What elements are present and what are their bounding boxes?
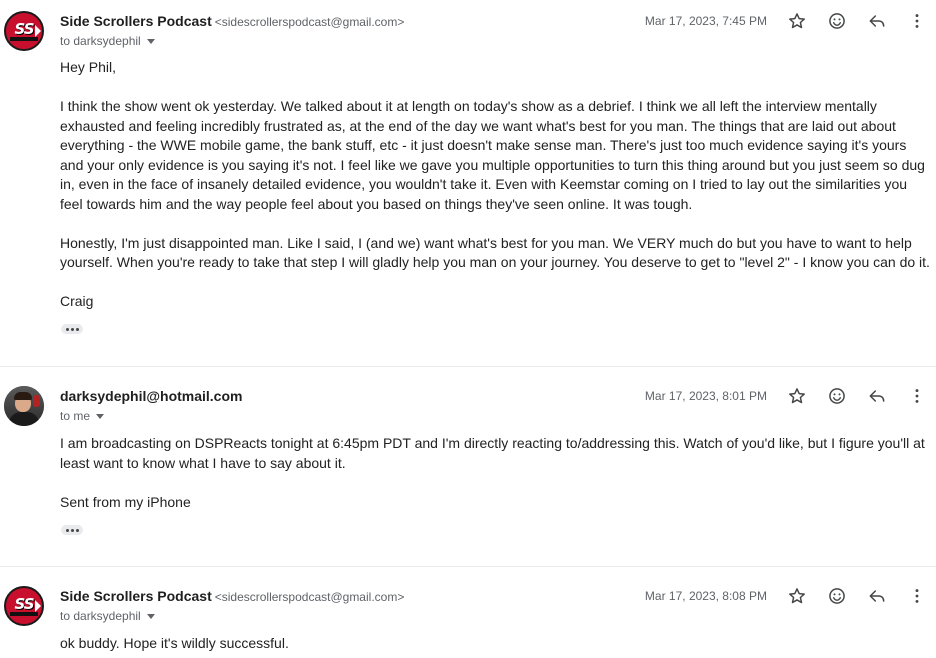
email-message: SS Side Scrollers Podcast <sidescrollersp… [0, 0, 936, 366]
recipient-line[interactable]: to darksydephil [60, 34, 155, 48]
reply-icon[interactable] [865, 584, 889, 608]
recipient-text: to darksydephil [60, 34, 141, 48]
more-vert-icon[interactable] [905, 9, 929, 33]
paragraph: Honestly, I'm just disappointed man. Lik… [60, 234, 930, 271]
chevron-down-icon[interactable] [146, 39, 155, 45]
signature: Craig [60, 293, 94, 309]
paragraph: I am broadcasting on DSPReacts tonight a… [60, 435, 925, 471]
sender-avatar[interactable]: SS [4, 11, 44, 51]
more-vert-icon[interactable] [905, 384, 929, 408]
star-icon[interactable] [785, 384, 809, 408]
emoji-icon[interactable] [825, 584, 849, 608]
more-vert-icon[interactable] [905, 584, 929, 608]
sender-avatar[interactable]: SS [4, 586, 44, 626]
message-date: Mar 17, 2023, 7:45 PM [644, 14, 767, 28]
sender-name[interactable]: Side Scrollers Podcast <sidescrollerspodc… [60, 13, 404, 29]
greeting: Hey Phil, [60, 59, 117, 75]
reply-icon[interactable] [865, 384, 889, 408]
sender-email: <sidescrollerspodcast@gmail.com> [214, 15, 405, 29]
sender-name[interactable]: Side Scrollers Podcast <sidescrollerspodc… [60, 588, 404, 604]
sender-name-text: Side Scrollers Podcast [60, 13, 212, 29]
message-date: Mar 17, 2023, 8:08 PM [644, 589, 767, 603]
star-icon[interactable] [785, 9, 809, 33]
signature: Sent from my iPhone [60, 493, 191, 510]
star-icon[interactable] [785, 584, 809, 608]
message-date: Mar 17, 2023, 8:01 PM [644, 389, 767, 403]
paragraph: ok buddy. Hope it's wildly successful. [60, 635, 289, 651]
message-body: I am broadcasting on DSPReacts tonight a… [60, 434, 930, 512]
recipient-text: to me [60, 409, 91, 423]
message-body: Hey Phil, I think the show went ok yeste… [60, 58, 930, 312]
chevron-down-icon[interactable] [146, 614, 155, 620]
recipient-line[interactable]: to me [60, 409, 105, 423]
sender-email: <sidescrollerspodcast@gmail.com> [214, 590, 405, 604]
paragraph: I think the show went ok yesterday. We t… [60, 98, 925, 212]
recipient-line[interactable]: to darksydephil [60, 609, 155, 623]
show-trimmed-content-button[interactable] [61, 324, 83, 334]
sender-name-text: Side Scrollers Podcast [60, 588, 212, 604]
sender-name[interactable]: darksydephil@hotmail.com [60, 388, 242, 404]
recipient-text: to darksydephil [60, 609, 141, 623]
email-message: darksydephil@hotmail.com to me Mar 17, 2… [0, 366, 936, 566]
message-body: ok buddy. Hope it's wildly successful. [60, 634, 930, 654]
emoji-icon[interactable] [825, 9, 849, 33]
show-trimmed-content-button[interactable] [61, 525, 83, 535]
email-message: SS Side Scrollers Podcast <sidescrollersp… [0, 566, 936, 658]
reply-icon[interactable] [865, 9, 889, 33]
emoji-icon[interactable] [825, 384, 849, 408]
sender-avatar[interactable] [4, 386, 44, 426]
chevron-down-icon[interactable] [96, 414, 105, 420]
